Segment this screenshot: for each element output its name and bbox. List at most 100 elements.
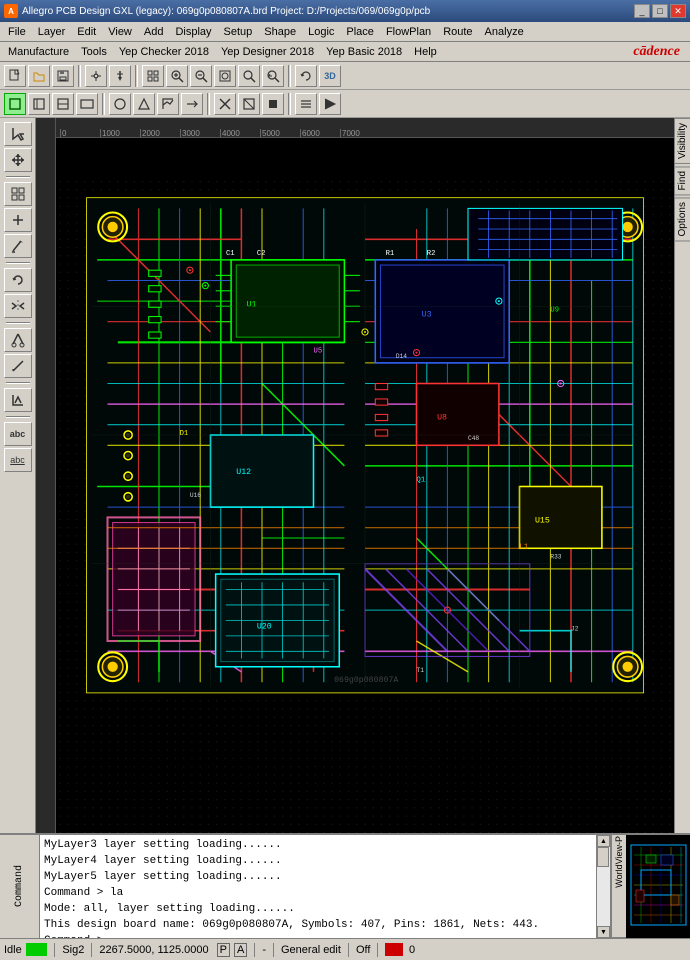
svg-text:R2: R2 [427,250,436,258]
scroll-track[interactable] [597,847,610,926]
menu-yep-designer[interactable]: Yep Designer 2018 [215,44,320,60]
tb2-btn4[interactable] [76,93,98,115]
canvas-area[interactable]: 0 1000 2000 3000 4000 5000 6000 7000 [36,118,674,938]
tb2-btn5[interactable] [109,93,131,115]
svg-text:C1: C1 [226,250,235,258]
tb2-btn10[interactable] [238,93,260,115]
lt-text-abc[interactable]: abc [4,422,32,446]
tb-new[interactable] [4,65,26,87]
lt-rotate[interactable] [4,268,32,292]
status-sep-5 [348,943,349,957]
tb2-btn2[interactable] [28,93,50,115]
lt-forward[interactable] [4,388,32,412]
menu-edit[interactable]: Edit [71,24,102,40]
menu-add[interactable]: Add [138,24,170,40]
separator-5 [207,93,210,115]
menu-logic[interactable]: Logic [302,24,340,40]
lt-grid[interactable] [4,182,32,206]
lt-move[interactable] [4,148,32,172]
tb2-btn13[interactable] [319,93,341,115]
tb-3d[interactable]: 3D [319,65,341,87]
lt-cut[interactable] [4,328,32,352]
tb-open[interactable] [28,65,50,87]
menu-manufacture[interactable]: Manufacture [2,44,75,60]
status-sep-6 [377,943,378,957]
lt-text-abc2[interactable]: abc [4,448,32,472]
menu-place[interactable]: Place [340,24,380,40]
tb2-btn7[interactable] [157,93,179,115]
ruler-top: 0 1000 2000 3000 4000 5000 6000 7000 [56,118,674,138]
menu-shape[interactable]: Shape [258,24,302,40]
lt-sep2 [6,262,30,264]
lt-draw[interactable] [4,234,32,258]
tb2-btn3[interactable] [52,93,74,115]
tb2-btn9[interactable] [214,93,236,115]
console-scrollbar[interactable]: ▲ ▼ [596,835,610,938]
menu-yep-basic[interactable]: Yep Basic 2018 [320,44,408,60]
tb2-btn11[interactable] [262,93,284,115]
lt-add[interactable] [4,208,32,232]
separator-3 [288,65,291,87]
tb2-btn8[interactable] [181,93,203,115]
menu-file[interactable]: File [2,24,32,40]
separator-2 [135,65,138,87]
cadence-logo: cādence [633,44,688,60]
close-button[interactable]: ✕ [670,4,686,18]
svg-text:T1: T1 [417,667,425,674]
console-label: Command [0,835,40,938]
tb-refresh[interactable] [295,65,317,87]
menu-layer[interactable]: Layer [32,24,72,40]
tb-pin[interactable] [109,65,131,87]
scroll-down-btn[interactable]: ▼ [597,926,610,938]
title-bar: A Allegro PCB Design GXL (legacy): 069g0… [0,0,690,22]
status-off: Off [356,944,370,956]
mini-map[interactable] [626,835,690,938]
status-sep-4 [273,943,274,957]
console-wrapper: Command MyLayer3 layer setting loading..… [0,833,610,938]
window-controls[interactable]: _ □ ✕ [634,4,686,18]
ruler-tick: 0 [60,129,100,137]
menu-route[interactable]: Route [437,24,478,40]
tb2-btn12[interactable] [295,93,317,115]
menu-analyze[interactable]: Analyze [479,24,530,40]
tb-save[interactable] [52,65,74,87]
status-idle: Idle [4,944,22,956]
console-log: MyLayer3 layer setting loading...... MyL… [40,835,596,938]
pcb-canvas[interactable]: U1 U3 U8 U12 U15 [56,138,674,938]
menu-tools[interactable]: Tools [75,44,113,60]
tb2-select[interactable] [4,93,26,115]
menu-view[interactable]: View [102,24,138,40]
lt-measure[interactable] [4,354,32,378]
tb-zoom-sel[interactable] [238,65,260,87]
minimize-button[interactable]: _ [634,4,650,18]
tb2-btn6[interactable] [133,93,155,115]
svg-text:C48: C48 [468,435,479,442]
tb-zoom-in[interactable] [166,65,188,87]
title-text: A Allegro PCB Design GXL (legacy): 069g0… [4,4,430,18]
scroll-up-btn[interactable]: ▲ [597,835,610,847]
log-line-6: This design board name: 069g0p080807A, S… [44,917,592,933]
tb-grid[interactable] [142,65,164,87]
options-tab[interactable]: Options [674,197,690,241]
app-icon: A [4,4,18,18]
menu-display[interactable]: Display [169,24,217,40]
tb-zoom-fit[interactable] [214,65,236,87]
log-line-4: Command > la [44,885,592,901]
menu-help[interactable]: Help [408,44,443,60]
tb-zoom-out[interactable] [190,65,212,87]
menu-bar2: Manufacture Tools Yep Checker 2018 Yep D… [0,42,690,62]
menu-setup[interactable]: Setup [218,24,259,40]
menu-yep-checker[interactable]: Yep Checker 2018 [113,44,215,60]
tb-snap[interactable] [85,65,107,87]
menu-flowplan[interactable]: FlowPlan [380,24,437,40]
svg-text:U8: U8 [437,414,447,423]
find-tab[interactable]: Find [674,166,690,195]
lt-select[interactable] [4,122,32,146]
tb-zoom-prev[interactable] [262,65,284,87]
status-sep-1 [54,943,55,957]
log-line-3: MyLayer5 layer setting loading...... [44,869,592,885]
lt-mirror[interactable] [4,294,32,318]
scroll-thumb[interactable] [597,847,609,867]
visibility-tab[interactable]: Visibility [674,118,690,164]
restore-button[interactable]: □ [652,4,668,18]
